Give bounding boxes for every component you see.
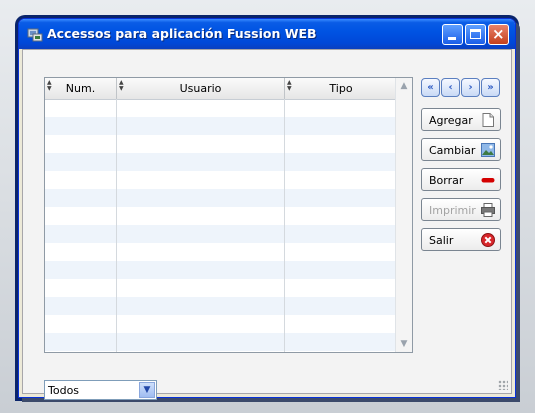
- table-row[interactable]: [45, 297, 397, 315]
- table-header: ▲ ▼ Num. ▲ ▼ Usuario ▲ ▼ Tipo: [45, 78, 397, 100]
- maximize-icon: [470, 29, 481, 39]
- double-chevron-left-icon: «: [427, 82, 434, 93]
- sort-icon: ▲ ▼: [287, 79, 292, 92]
- column-divider: [284, 99, 285, 352]
- close-icon: ×: [492, 25, 505, 43]
- chevron-left-icon: ‹: [448, 82, 453, 93]
- picture-icon: [481, 143, 495, 157]
- column-header-label: Num.: [65, 82, 96, 95]
- users-table[interactable]: ▲ ▼ Num. ▲ ▼ Usuario ▲ ▼ Tipo ▲ ▼: [44, 77, 413, 353]
- title-bar[interactable]: Accessos para aplicación Fussion WEB ×: [19, 19, 515, 49]
- window-title: Accessos para aplicación Fussion WEB: [47, 26, 317, 41]
- cambiar-label: Cambiar: [429, 144, 476, 157]
- column-header-tipo[interactable]: ▲ ▼ Tipo: [285, 78, 397, 99]
- double-chevron-right-icon: »: [487, 82, 494, 93]
- table-row[interactable]: [45, 333, 397, 351]
- table-row[interactable]: [45, 117, 397, 135]
- table-row[interactable]: [45, 243, 397, 261]
- table-row[interactable]: [45, 153, 397, 171]
- minimize-button[interactable]: [442, 24, 463, 45]
- first-record-button[interactable]: «: [421, 78, 440, 97]
- column-divider: [116, 99, 117, 352]
- table-row[interactable]: [45, 99, 397, 117]
- borrar-label: Borrar: [429, 174, 464, 187]
- cambiar-button[interactable]: Cambiar: [421, 138, 501, 161]
- resize-grip-icon[interactable]: [498, 380, 508, 390]
- window-client-area: ▲ ▼ Num. ▲ ▼ Usuario ▲ ▼ Tipo ▲ ▼ « ‹ › …: [22, 49, 512, 400]
- app-window: Accessos para aplicación Fussion WEB × ▲…: [18, 18, 516, 400]
- table-row[interactable]: [45, 261, 397, 279]
- scroll-down-icon[interactable]: ▼: [398, 338, 410, 350]
- chevron-right-icon: ›: [468, 82, 473, 93]
- table-row[interactable]: [45, 171, 397, 189]
- borrar-button[interactable]: Borrar: [421, 168, 501, 191]
- minus-icon: [481, 178, 495, 183]
- column-header-label: Usuario: [179, 82, 222, 95]
- column-header-num[interactable]: ▲ ▼ Num.: [45, 78, 117, 99]
- sort-icon: ▲ ▼: [47, 79, 52, 92]
- table-row[interactable]: [45, 315, 397, 333]
- table-row[interactable]: [45, 279, 397, 297]
- table-row[interactable]: [45, 135, 397, 153]
- chevron-down-icon[interactable]: ▼: [139, 382, 155, 398]
- close-button[interactable]: ×: [488, 24, 509, 45]
- filter-selected-value: Todos: [48, 384, 80, 397]
- table-row[interactable]: [45, 225, 397, 243]
- last-record-button[interactable]: »: [481, 78, 500, 97]
- table-row[interactable]: [45, 189, 397, 207]
- app-icon: [27, 28, 43, 42]
- imprimir-button[interactable]: Imprimir: [421, 198, 501, 221]
- next-record-button[interactable]: ›: [461, 78, 480, 97]
- imprimir-label: Imprimir: [429, 204, 476, 217]
- column-header-usuario[interactable]: ▲ ▼ Usuario: [117, 78, 285, 99]
- maximize-button[interactable]: [465, 24, 486, 45]
- document-icon: [482, 113, 494, 127]
- previous-record-button[interactable]: ‹: [441, 78, 460, 97]
- agregar-button[interactable]: Agregar: [421, 108, 501, 131]
- column-header-label: Tipo: [329, 82, 353, 95]
- table-body: [45, 99, 397, 351]
- vertical-scrollbar[interactable]: ▲ ▼: [395, 78, 412, 352]
- minimize-icon: [448, 37, 456, 40]
- sort-icon: ▲ ▼: [119, 79, 124, 92]
- filter-dropdown[interactable]: Todos ▼: [44, 380, 157, 400]
- salir-button[interactable]: Salir: [421, 228, 501, 251]
- table-row[interactable]: [45, 207, 397, 225]
- agregar-label: Agregar: [429, 114, 473, 127]
- salir-label: Salir: [429, 234, 454, 247]
- scroll-up-icon[interactable]: ▲: [398, 80, 410, 92]
- close-circle-icon: [481, 233, 495, 247]
- printer-icon: [481, 203, 495, 217]
